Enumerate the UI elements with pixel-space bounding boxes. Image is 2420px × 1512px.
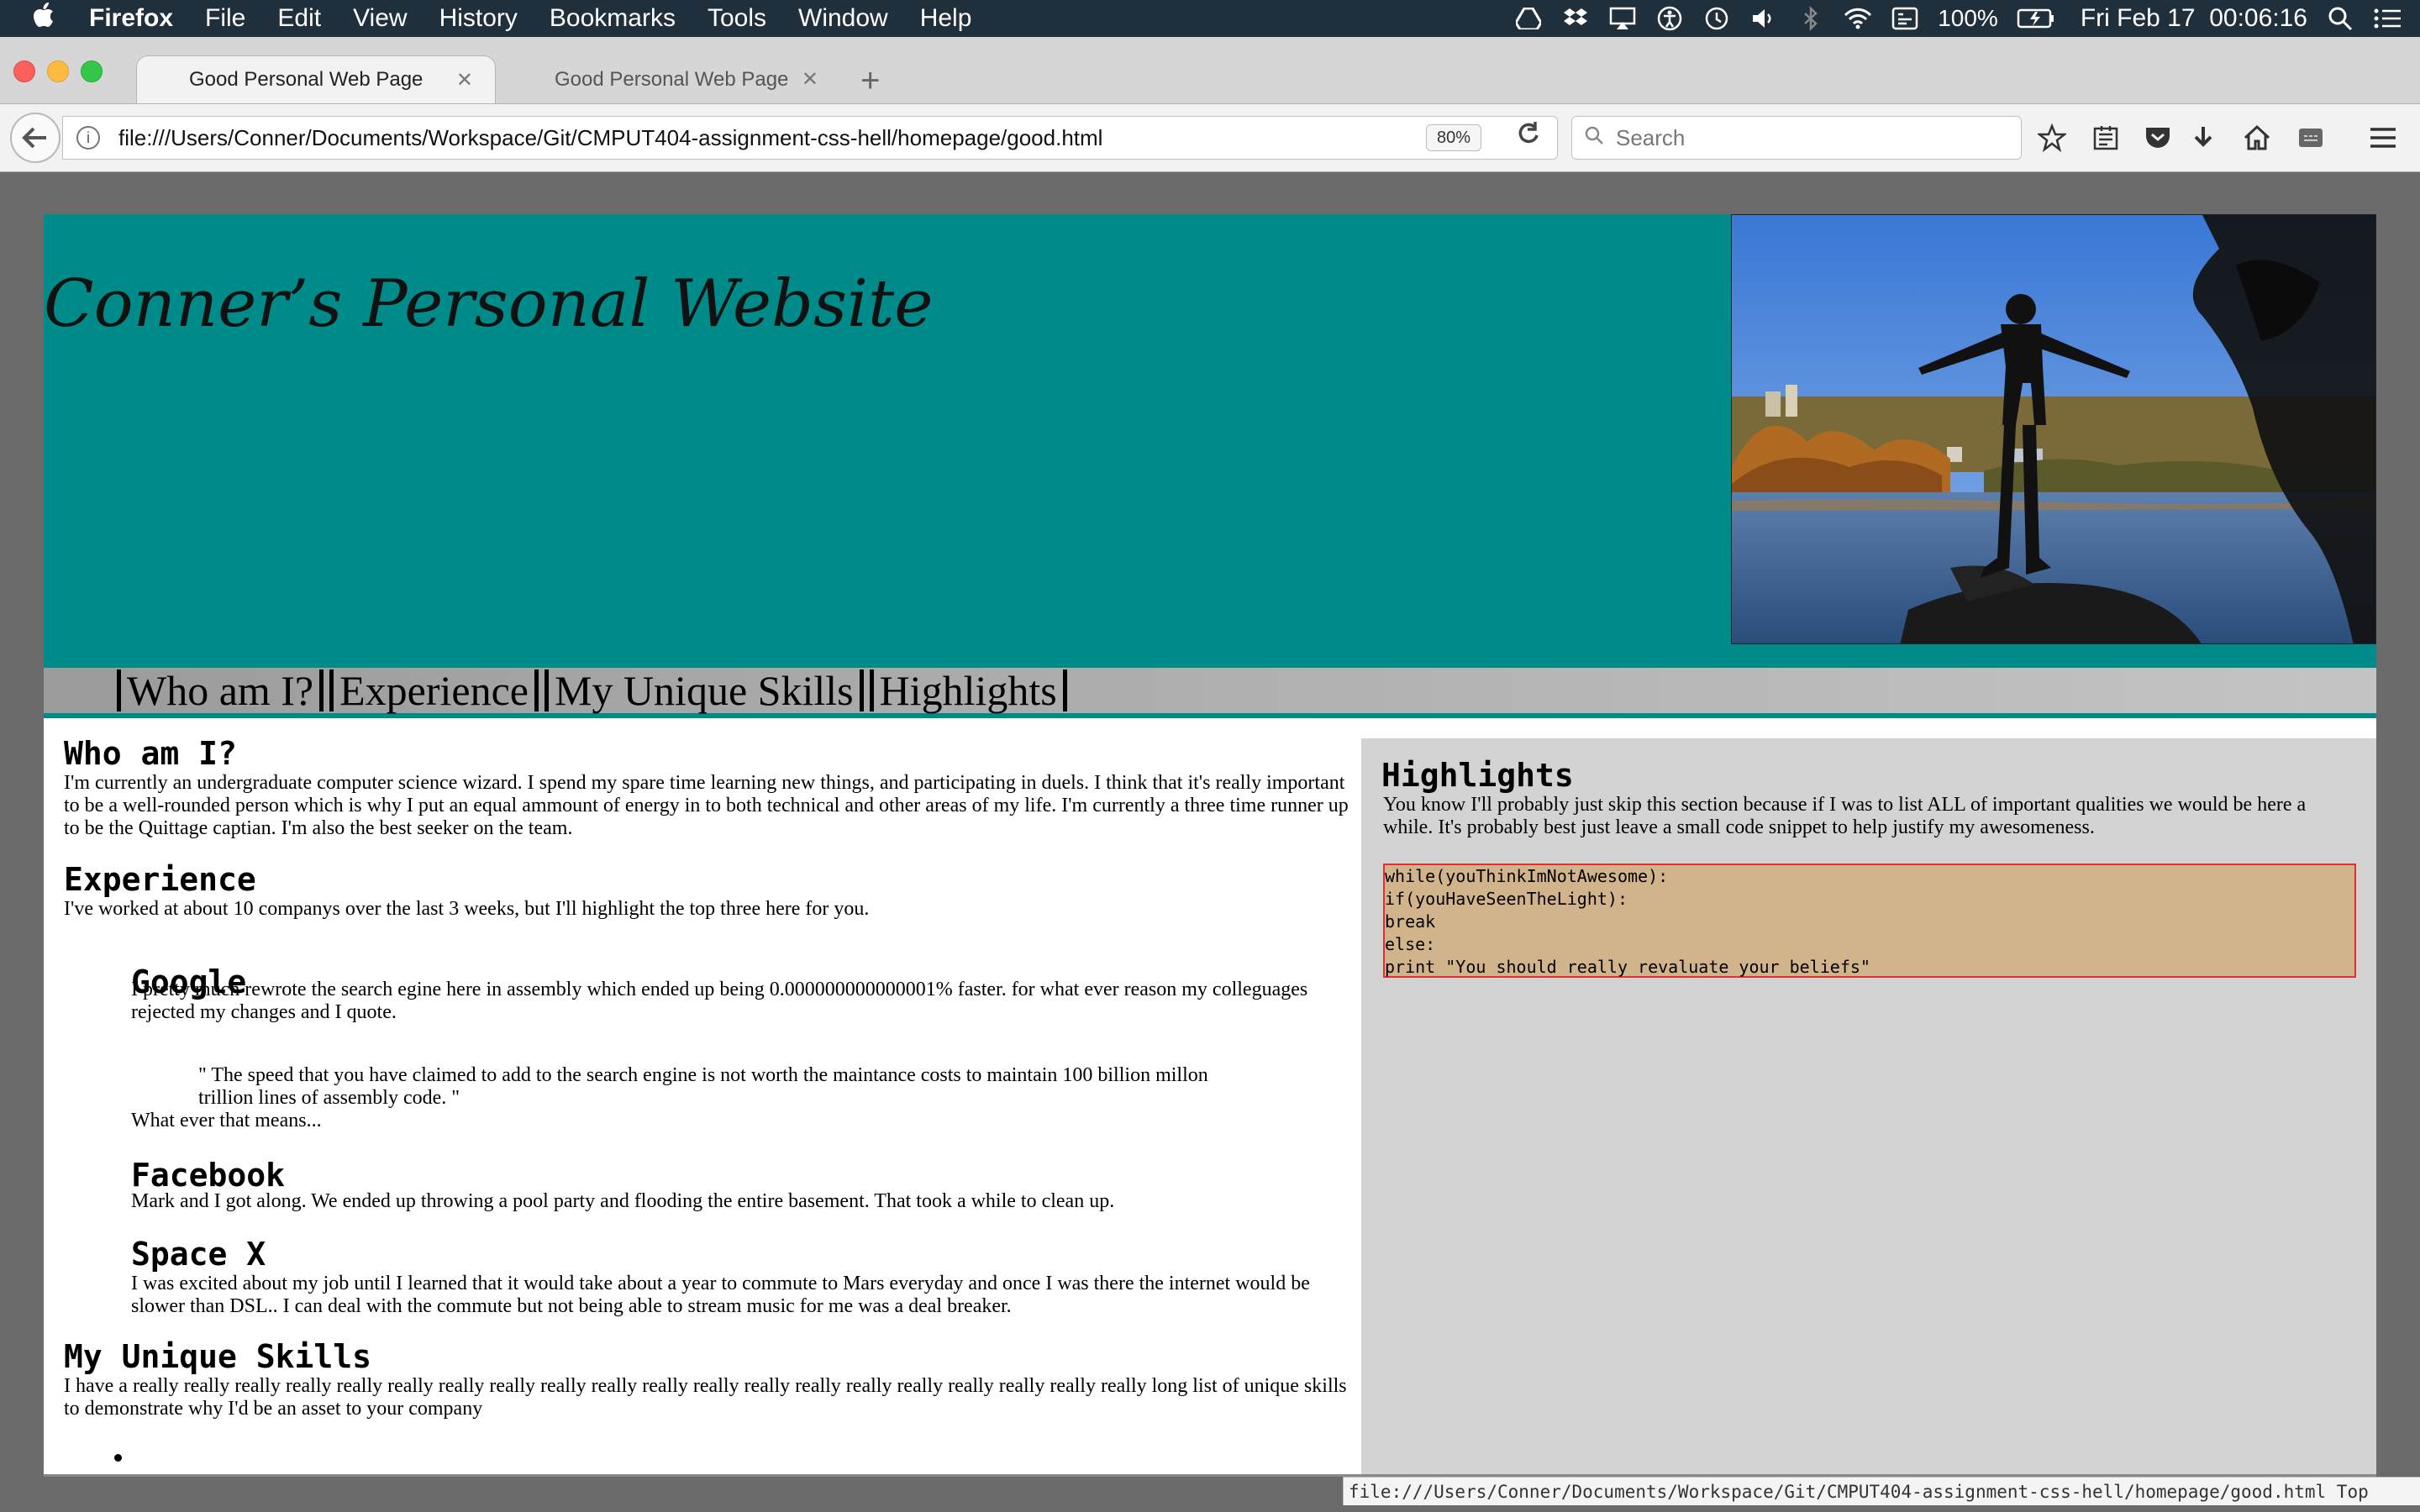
nav-divider xyxy=(117,669,121,711)
nav-divider xyxy=(544,669,549,711)
skills-text: I have a really really really really rea… xyxy=(64,1375,1347,1420)
search-placeholder: Search xyxy=(1616,124,1686,150)
downloads-icon[interactable] xyxy=(2185,121,2222,155)
google-quote: " The speed that you have claimed to add… xyxy=(198,1064,1208,1109)
volume-icon[interactable] xyxy=(1749,6,1778,31)
close-tab-icon[interactable]: ✕ xyxy=(456,68,473,92)
reload-icon[interactable] xyxy=(1517,120,1542,155)
spotlight-search-icon[interactable] xyxy=(2326,6,2354,31)
input-source-icon[interactable] xyxy=(1891,6,1919,31)
nav-link-highlights[interactable]: Highlights xyxy=(880,666,1057,715)
minimize-window-button[interactable] xyxy=(47,60,69,82)
bluetooth-icon[interactable] xyxy=(1797,6,1825,31)
menu-window[interactable]: Window xyxy=(798,4,888,33)
menu-app-firefox[interactable]: Firefox xyxy=(89,4,173,33)
facebook-heading: Facebook xyxy=(131,1157,286,1194)
menu-bookmarks[interactable]: Bookmarks xyxy=(550,4,676,33)
site-title: Conner’s Personal Website xyxy=(44,266,934,342)
nav-divider xyxy=(329,669,334,711)
google-text: I pretty much rewrote the search egine h… xyxy=(131,979,1308,1023)
close-tab-icon[interactable]: ✕ xyxy=(802,67,818,92)
menubar: Firefox File Edit View History Bookmarks… xyxy=(0,0,2420,37)
new-tab-plus-icon[interactable]: + xyxy=(860,62,880,100)
nav-links: Who am I? Experience My Unique Skills Hi… xyxy=(111,666,1073,715)
close-window-button[interactable] xyxy=(13,60,35,82)
space-x-text: I was excited about my job until I learn… xyxy=(131,1273,1310,1317)
battery-percent: 100% xyxy=(1938,5,1998,31)
code-line: if(youHaveSeenTheLight): xyxy=(1385,889,1628,909)
google-drive-icon[interactable] xyxy=(1514,6,1543,31)
nav-link-experience[interactable]: Experience xyxy=(339,666,529,715)
nav-link-my-unique-skills[interactable]: My Unique Skills xyxy=(555,666,854,715)
nav-link-who-am-i[interactable]: Who am I? xyxy=(127,666,313,715)
menubar-clock[interactable]: Fri Feb 17 00:06:16 xyxy=(2081,4,2307,33)
tab-good-personal-web-page-active[interactable]: Good Personal Web Page ✕ xyxy=(136,55,496,103)
back-button[interactable] xyxy=(10,113,60,163)
highlights-text: You know I'll probably just skip this se… xyxy=(1383,794,2307,838)
site-nav: Who am I? Experience My Unique Skills Hi… xyxy=(44,666,2376,718)
tab-good-personal-web-page[interactable]: Good Personal Web Page ✕ xyxy=(502,55,840,103)
tab-title: Good Personal Web Page xyxy=(189,68,424,91)
skills-list-bullet xyxy=(114,1454,122,1462)
search-input[interactable]: Search xyxy=(1571,116,2022,160)
skills-heading: My Unique Skills xyxy=(64,1338,372,1375)
tab-title: Good Personal Web Page xyxy=(555,67,789,91)
man-by-river-image xyxy=(1732,215,2375,643)
reading-list-icon[interactable] xyxy=(2087,121,2124,155)
pocket-icon[interactable] xyxy=(2139,121,2176,155)
extension-icon[interactable] xyxy=(2292,121,2329,155)
airplay-icon[interactable] xyxy=(1608,6,1637,31)
apple-icon[interactable] xyxy=(32,2,62,36)
nav-divider xyxy=(534,669,539,711)
nav-divider xyxy=(1062,669,1067,711)
status-bar: file:///Users/Conner/Documents/Workspace… xyxy=(1343,1477,2420,1505)
code-line: print "You should really revaluate your … xyxy=(1385,957,1870,977)
url-text[interactable]: file:///Users/Conner/Documents/Workspace… xyxy=(118,125,1102,151)
menu-history[interactable]: History xyxy=(439,4,518,33)
search-icon xyxy=(1584,125,1604,151)
navigation-toolbar: i file:///Users/Conner/Documents/Workspa… xyxy=(0,104,2420,172)
dropbox-icon[interactable] xyxy=(1561,6,1590,31)
experience-heading: Experience xyxy=(64,861,256,898)
header-photo xyxy=(1731,214,2376,644)
menubar-status-area: 100% Fri Feb 17 00:06:16 xyxy=(1514,0,2402,37)
nav-divider xyxy=(319,669,324,711)
accessibility-icon[interactable] xyxy=(1655,6,1684,31)
who-am-i-heading: Who am I? xyxy=(64,735,237,772)
code-line: break xyxy=(1385,911,1436,932)
highlights-sidebar xyxy=(1361,738,2376,1474)
time-machine-icon[interactable] xyxy=(1702,6,1731,31)
highlights-heading: Highlights xyxy=(1381,757,1574,794)
menu-edit[interactable]: Edit xyxy=(277,4,321,33)
space-x-heading: Space X xyxy=(131,1236,266,1273)
who-am-i-text: I'm currently an undergraduate computer … xyxy=(64,772,1349,839)
code-snippet: while(youThinkImNotAwesome): if(youHaveS… xyxy=(1383,864,2356,978)
tab-strip: Good Personal Web Page ✕ Good Personal W… xyxy=(0,37,2420,104)
code-line: else: xyxy=(1385,934,1436,954)
home-icon[interactable] xyxy=(2238,121,2275,155)
facebook-text: Mark and I got along. We ended up throwi… xyxy=(131,1190,1115,1212)
menu-view[interactable]: View xyxy=(353,4,407,33)
web-page: Conner’s Personal Website Who am I? Expe… xyxy=(44,214,2376,1474)
google-after-text: What ever that means... xyxy=(131,1110,322,1131)
hamburger-menu-icon[interactable] xyxy=(2365,121,2402,155)
code-line: while(youThinkImNotAwesome): xyxy=(1385,866,1669,886)
menu-help[interactable]: Help xyxy=(920,4,972,33)
notification-center-icon[interactable] xyxy=(2373,6,2402,31)
experience-intro: I've worked at about 10 companys over th… xyxy=(64,898,870,920)
site-info-icon[interactable]: i xyxy=(76,126,100,150)
battery-icon[interactable] xyxy=(2017,6,2055,31)
nav-divider xyxy=(859,669,864,711)
wifi-icon[interactable] xyxy=(1844,6,1872,31)
menu-tools[interactable]: Tools xyxy=(708,4,766,33)
zoom-window-button[interactable] xyxy=(81,60,103,82)
nav-divider xyxy=(869,669,874,711)
zoom-level-badge[interactable]: 80% xyxy=(1425,124,1481,151)
bookmark-star-icon[interactable] xyxy=(2033,121,2070,155)
menu-file[interactable]: File xyxy=(205,4,245,33)
url-bar[interactable]: i file:///Users/Conner/Documents/Workspa… xyxy=(62,116,1558,160)
